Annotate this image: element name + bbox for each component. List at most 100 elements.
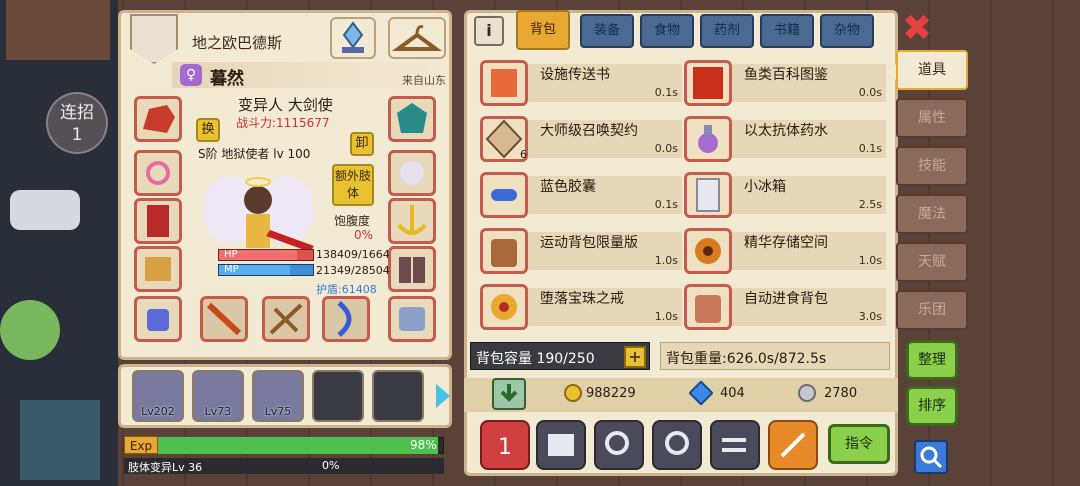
guild-name: 地之欧巴德斯 bbox=[192, 34, 283, 52]
magnifier-icon[interactable] bbox=[652, 420, 702, 470]
unload-button[interactable]: 卸 bbox=[350, 132, 374, 156]
gold-coin-icon bbox=[564, 384, 582, 402]
party-member-level: Lv73 bbox=[204, 405, 232, 418]
tab-backpack[interactable]: 背包 bbox=[516, 10, 570, 50]
download-icon[interactable] bbox=[492, 378, 526, 410]
item-time: 0.1s bbox=[654, 198, 678, 211]
equip-slot-gloves[interactable] bbox=[134, 246, 182, 292]
exchange-icon[interactable] bbox=[710, 420, 760, 470]
equip-slot-crossbow[interactable] bbox=[262, 296, 310, 342]
capsule-icon bbox=[480, 172, 528, 218]
mp-label: MP bbox=[224, 264, 239, 275]
party-member-slot[interactable]: Lv73 bbox=[192, 370, 244, 422]
side-tab-band[interactable]: 乐团 bbox=[896, 290, 968, 330]
party-member-slot[interactable]: Lv202 bbox=[132, 370, 184, 422]
equip-slot-robot[interactable] bbox=[134, 296, 182, 342]
close-button[interactable]: ✖ bbox=[902, 11, 934, 47]
tab-book[interactable]: 书籍 bbox=[760, 14, 814, 48]
item-name: 精华存储空间 bbox=[744, 235, 828, 251]
side-tab-talent[interactable]: 天赋 bbox=[896, 242, 968, 282]
inventory-item[interactable]: 6 大师级召唤契约 0.0s bbox=[480, 116, 682, 162]
inventory-item[interactable]: 运动背包限量版 1.0s bbox=[480, 228, 682, 274]
ring-icon bbox=[684, 228, 732, 274]
inventory-item[interactable]: 堕落宝珠之戒 1.0s bbox=[480, 284, 682, 330]
equip-slot-boots[interactable] bbox=[388, 246, 436, 292]
inventory-item[interactable]: 小冰箱 2.5s bbox=[684, 172, 886, 218]
svg-text:1: 1 bbox=[498, 435, 512, 460]
item-time: 0.0s bbox=[858, 86, 882, 99]
inventory-item[interactable]: 以太抗体药水 0.1s bbox=[684, 116, 886, 162]
item-name: 鱼类百科图鉴 bbox=[744, 67, 828, 83]
numbers-icon[interactable]: 1 bbox=[480, 420, 530, 470]
player-origin: 来自山东 bbox=[402, 74, 446, 87]
item-name: 以太抗体药水 bbox=[744, 123, 828, 139]
inventory-item[interactable]: 蓝色胶囊 0.1s bbox=[480, 172, 682, 218]
party-empty-slot[interactable] bbox=[372, 370, 424, 422]
hanger-icon[interactable] bbox=[388, 17, 446, 59]
sort-button[interactable]: 排序 bbox=[906, 386, 958, 426]
equip-slot-armor[interactable] bbox=[134, 198, 182, 244]
party-member-slot[interactable]: Lv75 bbox=[252, 370, 304, 422]
backpack-icon bbox=[684, 284, 732, 330]
equip-slot-bow[interactable] bbox=[322, 296, 370, 342]
search-icon[interactable] bbox=[914, 440, 948, 474]
side-tab-skills[interactable]: 技能 bbox=[896, 146, 968, 186]
inventory-item[interactable]: 设施传送书 0.1s bbox=[480, 60, 682, 106]
fish-encyclopedia-icon bbox=[684, 60, 732, 106]
swap-button[interactable]: 换 bbox=[196, 118, 220, 142]
inventory-item[interactable]: 自动进食背包 3.0s bbox=[684, 284, 886, 330]
item-count: 6 bbox=[520, 148, 527, 161]
hp-label: HP bbox=[224, 249, 238, 260]
tab-potion[interactable]: 药剂 bbox=[700, 14, 754, 48]
diamond-amount: 404 bbox=[720, 386, 745, 401]
book-icon[interactable] bbox=[536, 420, 586, 470]
backpack-icon bbox=[480, 228, 528, 274]
silver-coin-icon bbox=[798, 384, 816, 402]
crystal-icon[interactable] bbox=[330, 17, 376, 59]
combat-power: 战斗力:1115677 bbox=[236, 116, 330, 130]
satiety-value: 0% bbox=[354, 228, 374, 242]
silver-amount: 2780 bbox=[824, 386, 858, 401]
equip-slot-device[interactable] bbox=[388, 296, 436, 342]
item-name: 堕落宝珠之戒 bbox=[540, 291, 624, 307]
party-member-level: Lv75 bbox=[264, 405, 292, 418]
slash-icon[interactable] bbox=[768, 420, 818, 470]
side-tab-items[interactable]: 道具 bbox=[886, 50, 968, 90]
party-empty-slot[interactable] bbox=[312, 370, 364, 422]
inventory-item[interactable]: 精华存储空间 1.0s bbox=[684, 228, 886, 274]
item-name: 自动进食背包 bbox=[744, 291, 828, 307]
exp-value: 98% bbox=[410, 438, 437, 452]
bag-capacity: 背包容量 190/250 bbox=[476, 351, 595, 367]
combo-label: 连招 bbox=[60, 103, 94, 123]
skill-value: 0% bbox=[322, 459, 340, 472]
side-tab-magic[interactable]: 魔法 bbox=[896, 194, 968, 234]
command-button[interactable]: 指令 bbox=[828, 424, 890, 464]
item-time: 0.1s bbox=[654, 86, 678, 99]
shield-value: 护盾:61408 bbox=[316, 283, 377, 296]
info-icon[interactable]: i bbox=[474, 16, 504, 46]
tab-equipment[interactable]: 装备 bbox=[580, 14, 634, 48]
tab-misc[interactable]: 杂物 bbox=[820, 14, 874, 48]
equip-slot-staff[interactable] bbox=[200, 296, 248, 342]
equip-slot-anchor[interactable] bbox=[388, 198, 436, 244]
equip-slot-emblem[interactable] bbox=[388, 96, 436, 142]
player-job: 变异人 大剑使 bbox=[238, 96, 333, 114]
magnifier-icon[interactable] bbox=[594, 420, 644, 470]
item-time: 2.5s bbox=[858, 198, 882, 211]
equip-slot-helmet[interactable] bbox=[134, 96, 182, 142]
item-time: 1.0s bbox=[654, 310, 678, 323]
character-sprite-icon bbox=[202, 176, 314, 252]
equip-slot-necklace[interactable] bbox=[134, 150, 182, 196]
item-time: 3.0s bbox=[858, 310, 882, 323]
add-capacity-button[interactable]: + bbox=[624, 346, 646, 368]
organize-button[interactable]: 整理 bbox=[906, 340, 958, 380]
item-time: 0.0s bbox=[654, 142, 678, 155]
combo-indicator[interactable]: 连招 1 bbox=[46, 92, 108, 154]
extra-limb-button[interactable]: 额外肢体 bbox=[332, 164, 374, 206]
tab-food[interactable]: 食物 bbox=[640, 14, 694, 48]
inventory-item[interactable]: 鱼类百科图鉴 0.0s bbox=[684, 60, 886, 106]
equip-slot-glove[interactable] bbox=[388, 150, 436, 196]
party-next-arrow-icon[interactable] bbox=[436, 384, 450, 408]
side-tab-attributes[interactable]: 属性 bbox=[896, 98, 968, 138]
skill-label: 肢体变异Lv 36 bbox=[128, 461, 203, 474]
